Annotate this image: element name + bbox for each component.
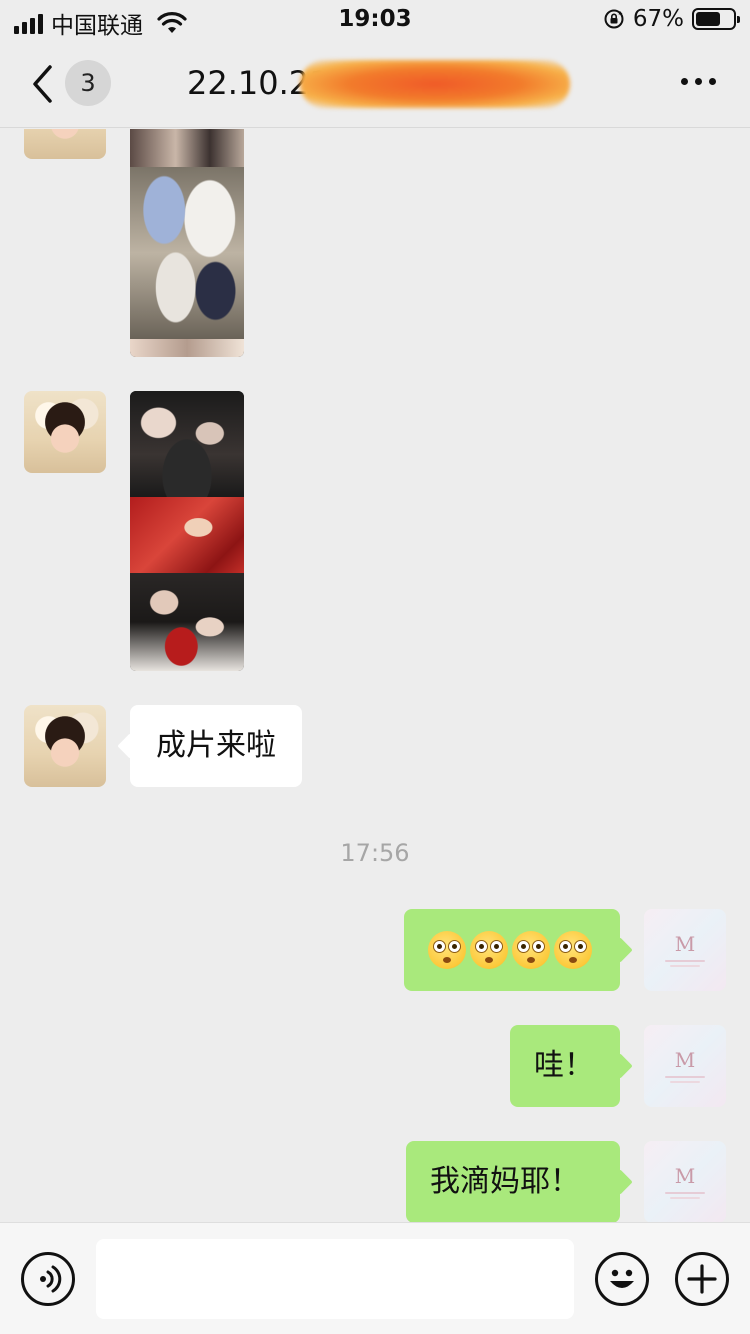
input-bar <box>0 1222 750 1334</box>
my-avatar[interactable]: M <box>644 1141 726 1222</box>
flushed-face-emoji <box>428 931 466 969</box>
contact-avatar[interactable] <box>24 129 106 159</box>
emoji-icon <box>610 1269 634 1288</box>
message-text: 我滴妈耶！ <box>430 1164 580 1199</box>
my-avatar[interactable]: M <box>644 1025 726 1107</box>
battery-icon <box>692 8 740 30</box>
contact-avatar[interactable] <box>24 391 106 473</box>
emoji-button[interactable] <box>595 1252 649 1306</box>
redacted-title-blur <box>300 60 570 108</box>
outgoing-message-bubble[interactable]: 哇！ <box>510 1025 620 1107</box>
logo-m-icon: M <box>674 1163 696 1188</box>
battery-level <box>696 12 721 26</box>
voice-icon <box>40 1265 62 1293</box>
plus-button[interactable] <box>675 1252 729 1306</box>
more-dots-icon[interactable] <box>681 78 716 85</box>
voice-button[interactable] <box>21 1252 75 1306</box>
outgoing-message-bubble[interactable]: 我滴妈耶！ <box>406 1141 620 1222</box>
outgoing-message-bubble[interactable] <box>404 909 620 991</box>
rotation-lock-icon <box>604 9 624 29</box>
emoji-row <box>428 909 596 991</box>
battery-percent: 67% <box>632 6 684 32</box>
chat-screen: 中国联通 19:03 67% 3 22.10.21 成片来啦 17:56 M 哇… <box>0 0 750 1334</box>
status-right: 67% <box>603 6 740 32</box>
image-message[interactable] <box>130 129 244 357</box>
flushed-face-emoji <box>470 931 508 969</box>
message-timestamp: 17:56 <box>340 839 410 867</box>
chat-header: 3 22.10.21 <box>0 42 750 128</box>
message-text: 哇！ <box>534 1048 594 1083</box>
message-text: 成片来啦 <box>156 728 276 763</box>
logo-m-icon: M <box>674 1047 696 1072</box>
back-chevron-icon[interactable] <box>28 62 58 106</box>
plus-icon <box>687 1264 717 1294</box>
image-message[interactable] <box>130 391 244 671</box>
logo-m-icon: M <box>674 931 696 956</box>
message-input[interactable] <box>96 1239 574 1319</box>
status-bar: 中国联通 19:03 67% <box>0 0 750 42</box>
my-avatar[interactable]: M <box>644 909 726 991</box>
contact-avatar[interactable] <box>24 705 106 787</box>
unread-count-badge[interactable]: 3 <box>65 60 111 106</box>
flushed-face-emoji <box>554 931 592 969</box>
flushed-face-emoji <box>512 931 550 969</box>
message-list[interactable]: 成片来啦 17:56 M 哇！ M 我滴妈耶！ M <box>0 129 750 1222</box>
incoming-message-bubble[interactable]: 成片来啦 <box>130 705 302 787</box>
